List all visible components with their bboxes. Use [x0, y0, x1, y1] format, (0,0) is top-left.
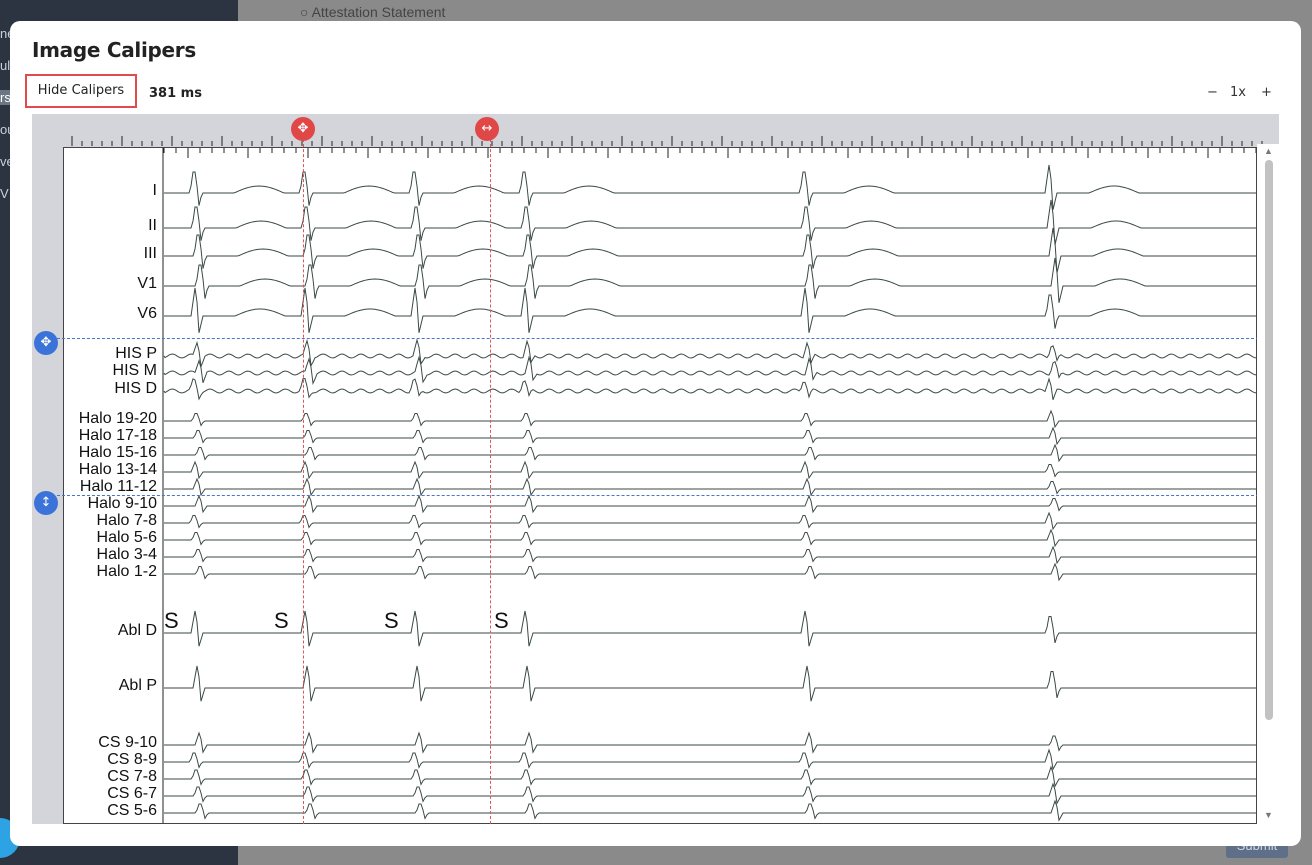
lead-label: CS 7-8: [107, 768, 157, 785]
lead-label: HIS M: [112, 362, 157, 379]
stimulus-marker: S: [384, 608, 399, 633]
ecg-lead-trace: [164, 164, 1256, 210]
ecg-lead-trace: [164, 409, 1256, 429]
ecg-lead-trace: [164, 443, 1256, 463]
ecg-lead-trace: [164, 765, 1256, 788]
ecg-lead-trace: [164, 199, 1256, 245]
image-viewer[interactable]: SSSS I II III V1 V6 HIS P HIS M HIS D Halo 19-20…: [32, 114, 1279, 824]
lead-label: Halo 13-14: [78, 461, 157, 478]
lead-label: Halo 1-2: [96, 563, 157, 580]
sidebar-fragment: ul: [0, 58, 11, 73]
lead-label: Abl D: [117, 622, 157, 639]
ecg-waveforms: SSSS: [162, 148, 1256, 823]
ecg-lead-trace: [164, 748, 1256, 771]
lead-label: Halo 9-10: [87, 495, 157, 512]
horizontal-arrows-icon[interactable]: ↔: [475, 117, 499, 141]
move-icon[interactable]: ✥: [34, 331, 58, 355]
attestation-statement: ○ Attestation Statement: [300, 4, 446, 20]
stimulus-marker: S: [164, 608, 179, 633]
ecg-lead-trace: [164, 799, 1256, 822]
lead-label: Halo 19-20: [78, 410, 157, 427]
ecg-lead-trace: [164, 494, 1256, 514]
lead-label: HIS D: [114, 380, 157, 397]
caliper-measurement: 381 ms: [149, 86, 202, 101]
viewer-scrollbar[interactable]: ▲ ▼: [1257, 144, 1281, 824]
ecg-lead-trace: [163, 377, 1256, 401]
ecg-lead-trace: [164, 731, 1256, 754]
ecg-lead-trace: [164, 460, 1256, 480]
lead-label: Halo 3-4: [96, 546, 157, 563]
time-ruler: [32, 114, 1279, 146]
ecg-lead-trace: [164, 257, 1256, 303]
ecg-lead-trace: [164, 610, 1256, 647]
caliper-time-line-end[interactable]: [490, 124, 491, 824]
ecg-lead-trace: [164, 426, 1256, 446]
scroll-down-icon[interactable]: ▼: [1264, 810, 1273, 820]
ecg-lead-trace: [164, 287, 1256, 333]
ecg-lead-trace: [164, 511, 1256, 531]
modal-title: Image Calipers: [32, 38, 196, 62]
vertical-arrows-icon[interactable]: ↕: [34, 491, 58, 515]
lead-label: Halo 17-18: [78, 427, 157, 444]
lead-label: CS 6-7: [107, 785, 157, 802]
ecg-lead-trace: [164, 562, 1256, 582]
zoom-level: 1x: [1230, 85, 1246, 100]
ecg-lead-trace: [164, 477, 1256, 497]
ecg-lead-trace: [164, 782, 1256, 805]
stimulus-marker: S: [494, 608, 509, 633]
lead-label: I: [152, 182, 157, 199]
lead-label: Halo 7-8: [96, 512, 157, 529]
lead-label: CS 9-10: [98, 734, 157, 751]
hide-calipers-button[interactable]: Hide Calipers: [25, 74, 137, 108]
lead-label: II: [148, 217, 157, 234]
sidebar-fragment: V: [0, 186, 9, 201]
ecg-lead-trace: [164, 528, 1256, 548]
lead-label: Halo 5-6: [96, 529, 157, 546]
ecg-tracing: SSSS I II III V1 V6 HIS P HIS M HIS D Halo 19-20…: [63, 147, 1257, 824]
lead-label: Halo 11-12: [79, 478, 157, 495]
ecg-lead-trace: [164, 227, 1256, 273]
scroll-up-icon[interactable]: ▲: [1264, 146, 1273, 156]
caliper-time-line-start[interactable]: [303, 124, 304, 824]
lead-label: III: [143, 245, 157, 262]
ecg-lead-trace: [164, 545, 1256, 565]
lead-label: Abl P: [118, 677, 157, 694]
lead-label: HIS P: [115, 345, 157, 362]
zoom-in-button[interactable]: +: [1261, 85, 1272, 100]
lead-label: CS 8-9: [107, 751, 157, 768]
lead-label: CS 5-6: [107, 802, 157, 819]
ecg-lead-trace: [163, 355, 1256, 386]
stimulus-marker: S: [274, 608, 289, 633]
move-icon[interactable]: ✥: [291, 117, 315, 141]
caliper-amplitude-line-top[interactable]: [42, 338, 1279, 339]
lead-label: V6: [137, 305, 157, 322]
lead-label: Halo 15-16: [78, 444, 157, 461]
ecg-lead-trace: [163, 338, 1256, 369]
image-calipers-modal: Image Calipers Hide Calipers 381 ms − 1x…: [10, 21, 1301, 846]
caliper-amplitude-line-bottom[interactable]: [42, 495, 1279, 496]
lead-label: V1: [137, 275, 157, 292]
scrollbar-thumb[interactable]: [1265, 160, 1273, 720]
zoom-out-button[interactable]: −: [1207, 85, 1218, 100]
ecg-lead-trace: [164, 665, 1256, 702]
